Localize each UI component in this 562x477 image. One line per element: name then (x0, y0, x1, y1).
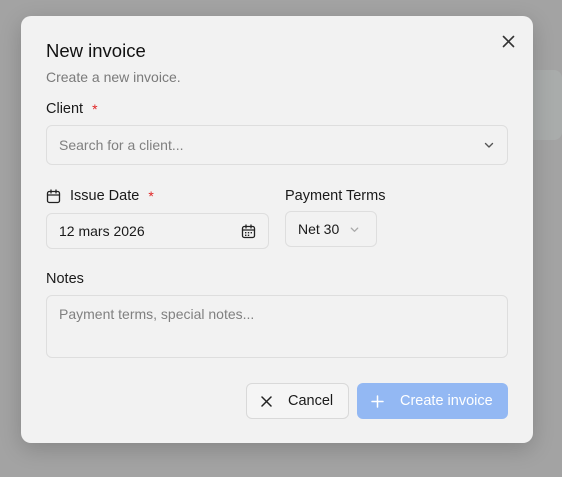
close-icon (502, 35, 515, 48)
payment-terms-label: Payment Terms (285, 188, 386, 204)
notes-placeholder: Payment terms, special notes... (59, 306, 255, 322)
client-label-text: Client (46, 101, 84, 117)
issue-date-label-text: Issue Date (70, 188, 140, 204)
payment-terms-value: Net 30 (298, 221, 340, 237)
chevron-down-icon (349, 224, 360, 235)
calendar-icon (46, 188, 61, 204)
issue-date-input[interactable]: 12 mars 2026 (46, 213, 269, 249)
issue-date-label: Issue Date * (46, 188, 154, 204)
dialog-subtitle: Create a new invoice. (46, 69, 181, 85)
required-mark: * (92, 101, 98, 117)
client-label: Client * (46, 101, 98, 117)
notes-label: Notes (46, 271, 84, 287)
plus-icon (371, 394, 384, 408)
calendar-icon[interactable] (241, 223, 256, 239)
close-icon (261, 395, 272, 407)
client-search-placeholder: Search for a client... (59, 137, 184, 153)
close-button[interactable] (500, 33, 516, 49)
dialog-title: New invoice (46, 40, 146, 61)
create-invoice-button[interactable]: Create invoice (357, 383, 508, 419)
notes-textarea[interactable]: Payment terms, special notes... (46, 295, 508, 358)
issue-date-value: 12 mars 2026 (59, 223, 145, 239)
required-mark: * (148, 188, 154, 204)
cancel-label: Cancel (288, 393, 334, 409)
chevron-down-icon (483, 139, 495, 151)
client-search-select[interactable]: Search for a client... (46, 125, 508, 165)
new-invoice-dialog: New invoice Create a new invoice. Client… (21, 16, 533, 443)
create-invoice-label: Create invoice (400, 393, 493, 409)
payment-terms-select[interactable]: Net 30 (285, 211, 377, 247)
cancel-button[interactable]: Cancel (246, 383, 349, 419)
